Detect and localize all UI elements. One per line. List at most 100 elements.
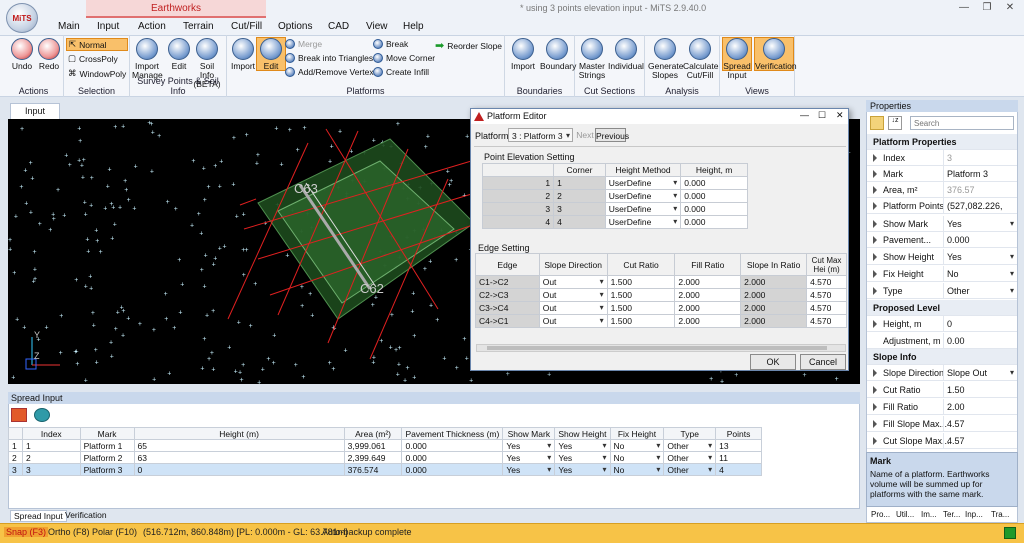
calculate-cut-fill-button[interactable]: Calculate Cut/Fill bbox=[683, 38, 718, 80]
minimize-icon[interactable]: — bbox=[955, 2, 973, 13]
close-icon[interactable]: ✕ bbox=[1001, 2, 1019, 13]
col-pavement[interactable]: Pavement Thickness (m) bbox=[401, 427, 504, 440]
prop-index[interactable]: Index 3 bbox=[867, 150, 1017, 166]
redo-button[interactable]: Redo bbox=[34, 38, 64, 71]
prop-cut-ratio[interactable]: Cut Ratio 1.50 bbox=[867, 382, 1017, 398]
edge-row[interactable]: C2->C3Out1.5002.0002.0004.570 bbox=[475, 288, 847, 302]
reorder-slope-button[interactable]: ➡ Reorder Slope bbox=[435, 39, 502, 52]
sort-alpha-icon[interactable]: ↓z bbox=[888, 116, 902, 130]
platform-select[interactable]: 3 : Platform 3 bbox=[508, 128, 573, 142]
individual-button[interactable]: Individual bbox=[608, 38, 644, 71]
tab-terrain[interactable]: Terrain bbox=[183, 21, 214, 32]
remove-row-icon[interactable] bbox=[11, 408, 27, 422]
master-strings-button[interactable]: Master Strings bbox=[577, 38, 607, 80]
edge-row[interactable]: C1->C2Out1.5002.0002.0004.570 bbox=[475, 275, 847, 289]
tab-view[interactable]: View bbox=[366, 21, 388, 32]
break-button[interactable]: Break bbox=[373, 39, 408, 49]
prop-slope-direction[interactable]: Slope Direction Slope Out bbox=[867, 365, 1017, 381]
prop-fix-height[interactable]: Fix Height No bbox=[867, 266, 1017, 282]
prop-cut-slope-max[interactable]: Cut Slope Max... 4.57 bbox=[867, 433, 1017, 449]
col-fix-height[interactable]: Fix Height bbox=[609, 427, 665, 440]
boundary-import-button[interactable]: Import bbox=[508, 38, 538, 71]
edge-row[interactable]: C3->C4Out1.5002.0002.0004.570 bbox=[475, 301, 847, 315]
polar-toggle[interactable]: Polar (F10) bbox=[92, 527, 137, 537]
tab-cut-fill[interactable]: Cut/Fill bbox=[231, 21, 262, 32]
col-mark[interactable]: Mark bbox=[79, 427, 135, 440]
point-row[interactable]: 33UserDefine0.000 bbox=[481, 202, 748, 216]
point-row[interactable]: 44UserDefine0.000 bbox=[481, 215, 748, 229]
tab-props-inp[interactable]: Inp... bbox=[962, 510, 986, 519]
normal-select-button[interactable]: ⇱ Normal bbox=[66, 38, 128, 51]
prop-pavement[interactable]: Pavement... 0.000 bbox=[867, 232, 1017, 248]
next-button[interactable]: Next bbox=[575, 128, 595, 142]
tab-options[interactable]: Options bbox=[278, 21, 312, 32]
edge-row[interactable]: C4->C1Out1.5002.0002.0004.570 bbox=[475, 314, 847, 328]
survey-edit-button[interactable]: Edit bbox=[164, 38, 194, 71]
add-remove-vertex-button[interactable]: Add/Remove Vertex bbox=[285, 67, 374, 77]
table-row[interactable]: 1 1 Platform 1 65 3,999.061 0.000 Yes Ye… bbox=[8, 439, 762, 452]
point-row[interactable]: 11UserDefine0.000 bbox=[481, 176, 748, 190]
section-platform-properties[interactable]: Platform Properties bbox=[867, 134, 1017, 150]
prop-fill-slope-max[interactable]: Fill Slope Max... 4.57 bbox=[867, 416, 1017, 432]
col-area[interactable]: Area (m²) bbox=[343, 427, 403, 440]
table-row[interactable]: 2 2 Platform 2 63 2,399.649 0.000 Yes Ye… bbox=[8, 451, 762, 464]
col-type[interactable]: Type bbox=[663, 427, 717, 440]
import-manage-button[interactable]: Import Manage bbox=[132, 38, 163, 80]
generate-slopes-button[interactable]: Generate Slopes bbox=[648, 38, 683, 80]
break-triangles-button[interactable]: Break into Triangles bbox=[285, 53, 373, 63]
prop-height[interactable]: Height, m0 bbox=[867, 316, 1017, 332]
tab-main[interactable]: Main bbox=[58, 21, 80, 32]
col-show-mark[interactable]: Show Mark bbox=[502, 427, 556, 440]
prop-show-height[interactable]: Show Height Yes bbox=[867, 249, 1017, 265]
tab-cad[interactable]: CAD bbox=[328, 21, 349, 32]
create-infill-button[interactable]: Create Infill bbox=[373, 67, 429, 77]
move-corner-button[interactable]: Move Corner bbox=[373, 53, 435, 63]
horizontal-scrollbar[interactable] bbox=[476, 344, 846, 352]
tab-input-document[interactable]: Input bbox=[10, 103, 60, 119]
col-height[interactable]: Height (m) bbox=[133, 427, 345, 440]
dialog-maximize-icon[interactable]: ☐ bbox=[818, 110, 826, 121]
point-row[interactable]: 22UserDefine0.000 bbox=[481, 189, 748, 203]
tab-props-tra[interactable]: Tra... bbox=[988, 510, 1012, 519]
spread-input-button[interactable]: Spread Input bbox=[722, 37, 752, 80]
categorized-icon[interactable] bbox=[870, 116, 884, 130]
previous-button[interactable]: Previous bbox=[595, 128, 629, 142]
prop-type[interactable]: Type Other bbox=[867, 283, 1017, 299]
section-slope-info[interactable]: Slope Info bbox=[867, 349, 1017, 365]
prop-show-mark[interactable]: Show Mark Yes bbox=[867, 216, 1017, 232]
tab-spread-input[interactable]: Spread Input bbox=[10, 510, 67, 522]
col-index[interactable]: Index bbox=[21, 427, 81, 440]
prop-mark[interactable]: Mark Platform 3 bbox=[867, 166, 1017, 182]
tab-verification[interactable]: Verification bbox=[62, 510, 110, 520]
prop-platform-points[interactable]: Platform Points (527,082.226, 8 bbox=[867, 198, 1017, 214]
tab-props-im[interactable]: Im... bbox=[918, 510, 940, 519]
col-show-height[interactable]: Show Height bbox=[554, 427, 611, 440]
verification-button[interactable]: Verification bbox=[754, 37, 797, 71]
prop-fill-ratio[interactable]: Fill Ratio 2.00 bbox=[867, 399, 1017, 415]
windowpoly-button[interactable]: ⌘ WindowPoly bbox=[68, 68, 126, 79]
dialog-minimize-icon[interactable]: — bbox=[800, 110, 809, 120]
section-proposed-level[interactable]: Proposed Level bbox=[867, 300, 1017, 316]
tab-action[interactable]: Action bbox=[138, 21, 166, 32]
app-logo[interactable]: MiTS bbox=[6, 3, 38, 33]
col-points[interactable]: Points bbox=[715, 427, 762, 440]
tab-input[interactable]: Input bbox=[97, 21, 119, 32]
dialog-close-icon[interactable]: ✕ bbox=[836, 110, 844, 121]
prop-area[interactable]: Area, m² 376.57 bbox=[867, 182, 1017, 198]
table-settings-icon[interactable] bbox=[34, 408, 50, 422]
tab-help[interactable]: Help bbox=[403, 21, 424, 32]
table-row-selected[interactable]: 3 3 Platform 3 0 376.574 0.000 Yes Yes N… bbox=[8, 463, 762, 476]
ortho-toggle[interactable]: Ortho (F8) bbox=[48, 527, 90, 537]
undo-button[interactable]: Undo bbox=[7, 38, 37, 71]
tab-props-ter[interactable]: Ter... bbox=[940, 510, 963, 519]
crosspoly-button[interactable]: ▢ CrossPoly bbox=[68, 53, 118, 64]
tab-props-pro[interactable]: Pro... bbox=[868, 510, 893, 519]
snap-toggle[interactable]: Snap (F3) bbox=[4, 527, 49, 537]
prop-adjustment[interactable]: Adjustment, m 0.00 bbox=[867, 333, 1017, 349]
property-search-input[interactable] bbox=[910, 116, 1014, 130]
platform-import-button[interactable]: Import bbox=[228, 38, 258, 71]
merge-button[interactable]: Merge bbox=[285, 39, 322, 49]
platform-edit-button[interactable]: Edit bbox=[256, 37, 286, 71]
tab-props-util[interactable]: Util... bbox=[893, 510, 917, 519]
boundary-button[interactable]: Boundary bbox=[540, 38, 576, 71]
